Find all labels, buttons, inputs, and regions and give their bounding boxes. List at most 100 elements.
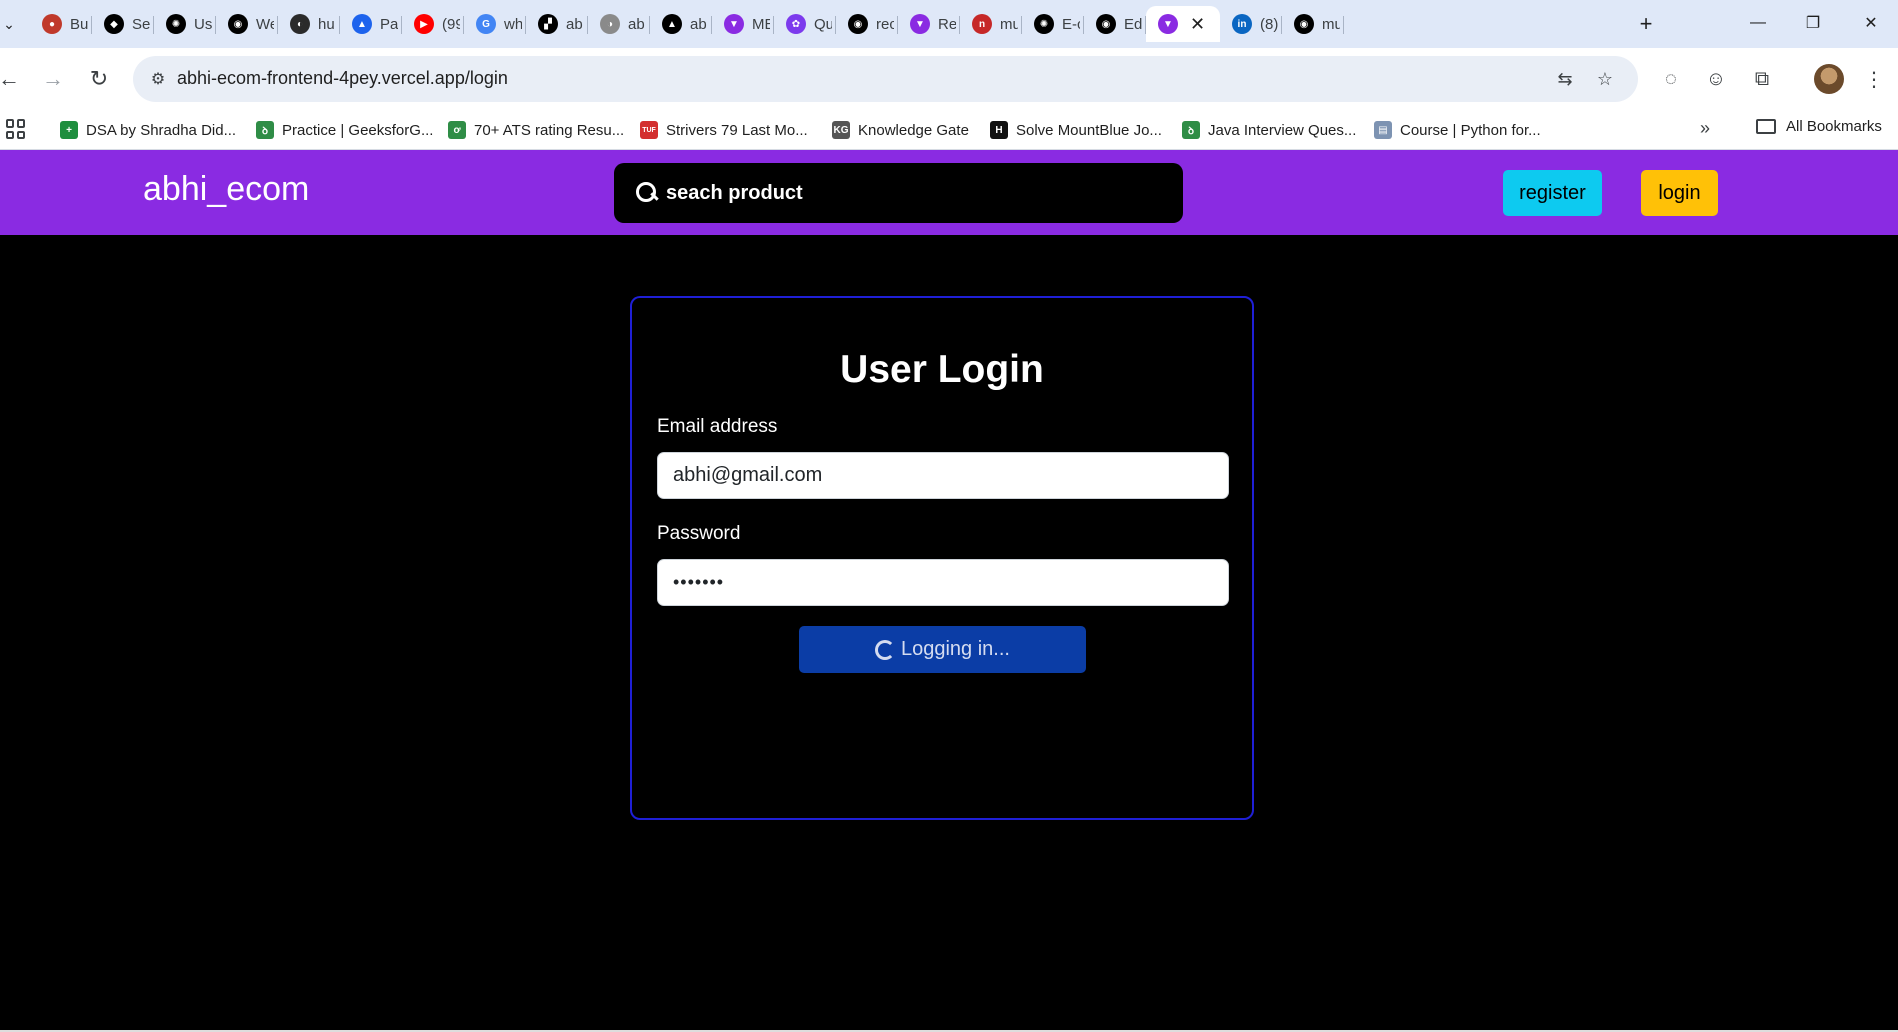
search-placeholder: seach product [666,181,803,204]
reload-icon[interactable]: ↻ [82,62,116,96]
tab-list: ●Bu◆Se✺Us◉We◐hu▲Pa▶(99Gwh▞ab◑ab▲ab▼ME✿Qu… [30,6,1344,42]
bookmark-label: Solve MountBlue Jo... [1016,121,1162,139]
tab-title: Re [938,15,956,33]
tab-title: rec [876,15,894,33]
tab-title: Bu [70,15,88,33]
forward-arrow-icon[interactable]: → [36,62,70,96]
bookmark-favicon-icon: H [990,121,1008,139]
tab-title: (99 [442,15,460,33]
tab-search-chevron-icon[interactable]: ⌄ [0,10,18,38]
email-field[interactable]: abhi@gmail.com [657,452,1229,499]
bookmark-favicon-icon: ꝺ [256,121,274,139]
tab-favicon-icon: ✺ [1034,14,1054,34]
tab-title: ab [628,15,645,33]
tab-item[interactable]: ▞ ab [526,6,588,42]
menu-kebab-icon[interactable]: ⋮ [1857,62,1891,96]
bookmark-item[interactable]: ơ 70+ ATS rating Resu... [448,118,624,142]
tab-item[interactable]: ▲ ab [650,6,712,42]
apps-grid-icon[interactable] [6,119,26,139]
tab-item[interactable]: ▲ Pa [340,6,402,42]
password-field[interactable]: ••••••• [657,559,1229,606]
tab-item[interactable]: ◑ ab [588,6,650,42]
tab-item[interactable]: n mu [960,6,1022,42]
tab-active[interactable]: ▼ ✕ [1146,6,1220,42]
bookmark-item[interactable]: ꝺ Practice | GeeksforG... [256,118,433,142]
tab-item[interactable]: ◉ rec [836,6,898,42]
page-content: User Login Email address abhi@gmail.com … [0,235,1898,1032]
tab-title: mu [1322,15,1340,33]
bookmark-item[interactable]: ▤ Course | Python for... [1374,118,1541,142]
tab-item[interactable]: ◉ mu [1282,6,1344,42]
page-title: User Login [840,348,1044,391]
tab-favicon-icon: ▼ [724,14,744,34]
tab-favicon-icon: ▶ [414,14,434,34]
tab-favicon-icon: G [476,14,496,34]
search-product-bar[interactable]: seach product [614,163,1183,223]
submit-button[interactable]: Logging in... [799,626,1086,673]
profile-avatar[interactable] [1814,64,1844,94]
tab-title: E-c [1062,15,1080,33]
bookmark-label: Practice | GeeksforG... [282,121,434,139]
tab-item[interactable]: ▶ (99 [402,6,464,42]
tab-item[interactable]: ● Bu [30,6,92,42]
bookmark-favicon-icon: ơ [448,121,466,139]
login-button[interactable]: login [1641,170,1718,216]
bookmark-star-icon[interactable]: ☆ [1591,66,1619,92]
tab-item[interactable]: ▼ Re [898,6,960,42]
bookmark-label: Knowledge Gate [858,121,969,139]
tab-favicon-icon: ▼ [1158,14,1178,34]
extension-icon[interactable]: ◌ [1654,62,1688,96]
bookmark-favicon-icon: KG [832,121,850,139]
address-bar[interactable]: ⚙ abhi-ecom-frontend-4pey.vercel.app/log… [133,56,1638,102]
bookmark-item[interactable]: TUF Strivers 79 Last Mo... [640,118,808,142]
bookmark-label: DSA by Shradha Did... [86,121,237,139]
bookmark-item[interactable]: KG Knowledge Gate [832,118,969,142]
tab-item[interactable]: ✿ Qu [774,6,836,42]
bookmark-item[interactable]: ꝺ Java Interview Ques... [1182,118,1356,142]
tab-title: We [256,15,274,33]
site-settings-icon[interactable]: ⚙ [145,66,171,92]
tab-item[interactable]: Gwh [464,6,526,42]
tab-favicon-icon: ✺ [166,14,186,34]
browser-toolbar: ← → ↻ ⚙ abhi-ecom-frontend-4pey.vercel.a… [0,48,1898,110]
bookmark-label: Java Interview Ques... [1208,121,1357,139]
tab-item[interactable]: ◐ hu [278,6,340,42]
tab-favicon-icon: ● [42,14,62,34]
tab-item[interactable]: ◆ Se [92,6,154,42]
tab-item[interactable]: ◉ We [216,6,278,42]
tab-favicon-icon: ◉ [1294,14,1314,34]
tab-title: ab [566,15,583,33]
tab-favicon-icon: ◑ [600,14,620,34]
tab-item[interactable]: ✺ E-c [1022,6,1084,42]
restore-button[interactable]: ❐ [1788,8,1838,38]
translate-icon[interactable]: ⇆ [1551,66,1579,92]
tab-item[interactable]: ◉ Ed [1084,6,1146,42]
minimize-button[interactable]: — [1733,8,1783,38]
tab-title: ab [690,15,707,33]
tab-title: Us [194,15,212,33]
tab-favicon-icon: n [972,14,992,34]
bookmarks-overflow-icon[interactable]: » [1700,118,1710,139]
tab-close-icon[interactable]: ✕ [1190,14,1205,35]
register-button[interactable]: register [1503,170,1602,216]
tab-item[interactable]: ✺ Us [154,6,216,42]
login-card: User Login Email address abhi@gmail.com … [630,296,1254,820]
brand-logo[interactable]: abhi_ecom [143,170,309,209]
tab-title: Ed [1124,15,1142,33]
extensions-puzzle-icon[interactable]: ⧉ [1745,62,1779,96]
all-bookmarks[interactable]: All Bookmarks [1756,118,1882,135]
tab-title: Se [132,15,150,33]
tab-favicon-icon: ✿ [786,14,806,34]
back-arrow-icon[interactable]: ← [0,62,26,96]
extension-face-icon[interactable]: ☺ [1699,62,1733,96]
bookmark-item[interactable]: + DSA by Shradha Did... [60,118,236,142]
search-icon [636,182,658,204]
tab-item[interactable]: in (8) [1220,6,1282,42]
url-text[interactable]: abhi-ecom-frontend-4pey.vercel.app/login [177,68,508,89]
tab-title: Pa [380,15,398,33]
tab-favicon-icon: ◉ [848,14,868,34]
close-window-button[interactable]: ✕ [1846,8,1896,38]
tab-item[interactable]: ▼ ME [712,6,774,42]
new-tab-button[interactable]: + [1632,10,1660,38]
bookmark-item[interactable]: H Solve MountBlue Jo... [990,118,1162,142]
